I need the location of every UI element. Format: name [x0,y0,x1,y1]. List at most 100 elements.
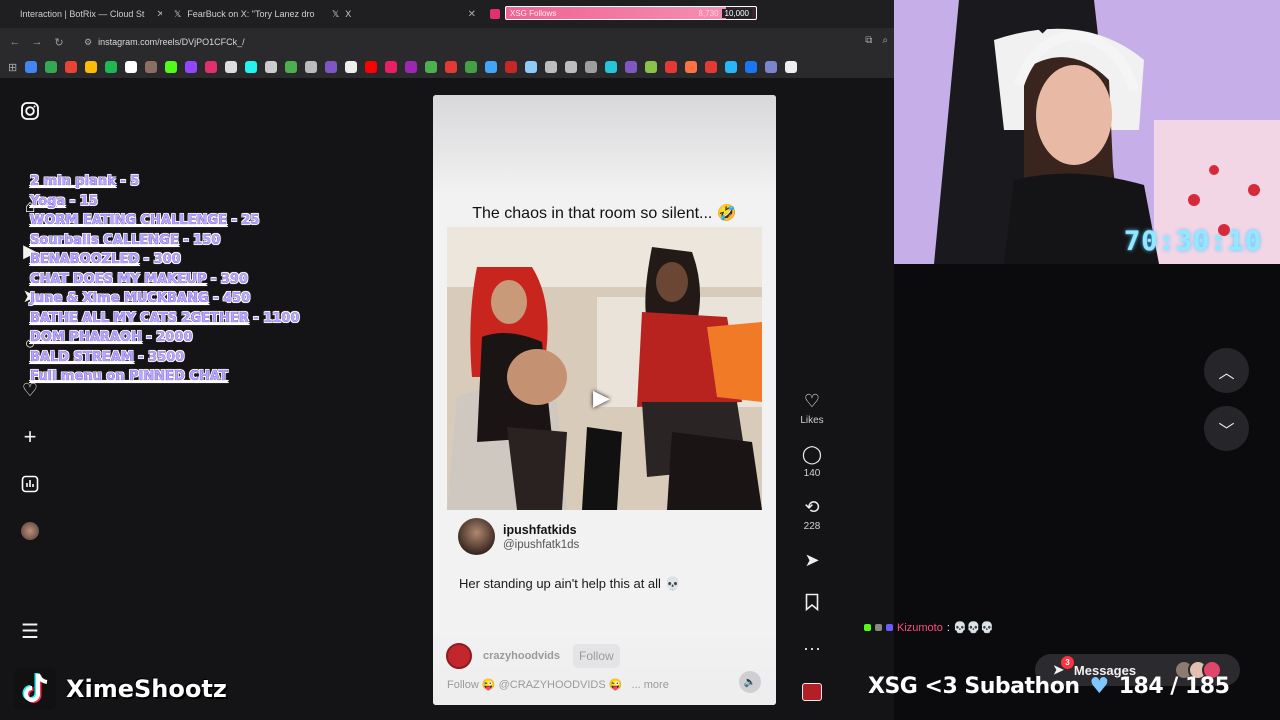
menu-item: June & Xime MUCKBANG - 450 [30,291,251,306]
bookmark-icon[interactable] [425,61,438,73]
comment-count: 140 [803,468,821,479]
bookmark-icon[interactable] [305,61,318,73]
bookmark-icon[interactable] [645,61,658,73]
instagram-logo-icon[interactable] [20,101,40,121]
comment-button[interactable]: ◯ 140 [792,443,832,479]
like-button[interactable]: ♡ Likes [792,390,832,426]
webcam-illustration [894,0,1280,264]
share-button[interactable]: ➤ [792,549,832,571]
zoom-icon[interactable]: ⌕ [882,35,888,46]
menu-item: Sourballs CALLENGE - 150 [30,232,221,248]
bookmark-icon[interactable] [65,61,78,73]
bookmark-icon[interactable] [405,61,418,73]
reload-icon[interactable]: ↻ [48,36,70,49]
bookmark-icon[interactable] [705,61,718,73]
heart-icon: ♥ [1089,674,1109,699]
subathon-timer: 70:30:10 [1123,226,1262,257]
bookmark-icon[interactable] [485,61,498,73]
description-text: Follow 😜 @CRAZYHOODVIDS 😜 [447,679,623,691]
bookmark-icon[interactable] [265,61,278,73]
comment-icon: ◯ [801,444,823,464]
more-icon: ··· [803,638,821,658]
bookmark-icon[interactable] [745,61,758,73]
install-icon[interactable]: ⧉ [865,35,872,46]
bookmark-icon[interactable] [245,61,258,73]
bookmark-icon[interactable] [725,61,738,73]
site-info-icon[interactable]: ⚙ [84,37,92,48]
next-reel-button[interactable]: ﹀ [1204,406,1249,451]
create-icon[interactable]: + [20,424,40,449]
bookmark-icon[interactable] [785,61,798,73]
save-button[interactable] [792,593,832,616]
bookmark-icon[interactable] [545,61,558,73]
bookmark-icon[interactable] [665,61,678,73]
bookmark-icon[interactable] [285,61,298,73]
channel-name[interactable]: crazyhoodvids [483,650,560,662]
more-options-button[interactable]: ··· [792,637,832,659]
bookmark-icon[interactable] [625,61,638,73]
bookmark-icon[interactable] [105,61,118,73]
bookmark-icon[interactable] [365,61,378,73]
tab-label: X [345,9,352,19]
play-icon[interactable]: ▶ [593,385,619,411]
menu-icon[interactable]: ☰ [20,621,40,643]
dashboard-icon[interactable] [20,474,40,494]
tab-label: Interaction | BotRix — Cloud St [20,9,145,19]
repost-count: 228 [803,521,821,532]
bookmark-icon[interactable] [605,61,618,73]
bookmark-icon[interactable] [385,61,398,73]
post-author[interactable]: ipushfatkids @ipushfatk1ds [458,518,579,555]
tab-x[interactable]: 𝕏 X ✕ [324,4,484,24]
follow-button[interactable]: Follow [573,644,620,668]
bookmark-icon[interactable] [325,61,338,73]
author-name[interactable]: ipushfatkids [503,523,579,537]
mute-icon[interactable]: 🔈 [739,671,761,693]
back-icon[interactable]: ← [4,36,26,48]
bookmark-icon[interactable] [225,61,238,73]
previous-reel-button[interactable]: ︿ [1204,348,1249,393]
bookmark-icon[interactable] [25,61,38,73]
author-avatar[interactable] [458,518,495,555]
tab-fearbuck[interactable]: 𝕏 FearBuck on X: "Tory Lanez dro ✕ [166,4,318,24]
menu-item: Full menu on PINNED CHAT [30,369,228,384]
reel-video[interactable]: ▶ [447,227,762,510]
bookmark-icon[interactable] [505,61,518,73]
more-link[interactable]: ... more [632,679,669,691]
tiktok-handle: XimeShootz [14,668,227,710]
bookmark-icon[interactable] [765,61,778,73]
tab-instagram[interactable] [486,4,506,24]
reel-card[interactable]: The chaos in that room so silent... 🤣 ▶ … [433,95,776,705]
apps-icon[interactable]: ⊞ [8,61,17,74]
close-icon[interactable]: ✕ [468,9,476,20]
bookmark-icon[interactable] [585,61,598,73]
address-bar[interactable]: ⚙ instagram.com/reels/DVjPO1CFCk_/ [84,33,884,51]
subathon-counter: XSG <3 Subathon ♥ 184 / 185 [868,674,1230,699]
bookmark-icon[interactable] [685,61,698,73]
repost-button[interactable]: ⟲ 228 [792,496,832,532]
bookmark-icon[interactable] [345,61,358,73]
channel-avatar[interactable] [446,643,472,669]
bookmark-icon[interactable] [165,61,178,73]
bookmark-icon[interactable] [465,61,478,73]
chevron-down-icon: ﹀ [1218,422,1235,440]
video-frame-illustration [447,227,762,510]
audio-thumbnail[interactable] [802,683,822,701]
bookmark-icon[interactable] [85,61,98,73]
menu-item: Yoga - 15 [30,193,98,209]
bookmark-icon[interactable] [205,61,218,73]
bookmark-icon[interactable] [125,61,138,73]
bookmark-icon[interactable] [525,61,538,73]
bookmark-icon[interactable] [185,61,198,73]
goal-max: 10,000 [721,8,752,18]
menu-item: WORM EATING CHALLENGE - 25 [30,213,260,228]
close-icon[interactable]: ✕ [156,9,162,20]
forward-icon[interactable]: → [26,36,48,48]
badge-icon [864,624,871,631]
bookmark-icon[interactable] [45,61,58,73]
profile-avatar[interactable] [20,521,40,541]
bookmark-icon[interactable] [445,61,458,73]
tab-botrix[interactable]: Interaction | BotRix — Cloud St ✕ [6,4,162,24]
menu-item: CHAT DOES MY MAKEUP - 390 [30,271,248,287]
bookmark-icon[interactable] [145,61,158,73]
bookmark-icon[interactable] [565,61,578,73]
